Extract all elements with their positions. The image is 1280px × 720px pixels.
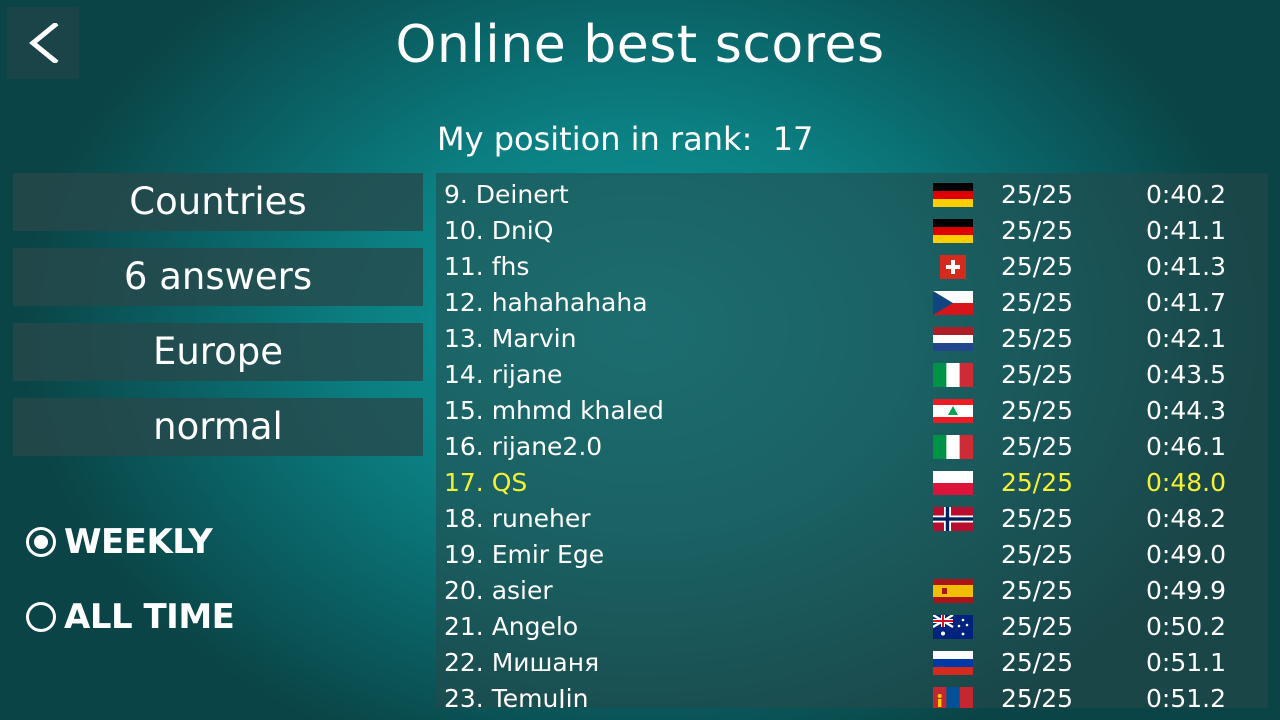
player-time: 0:41.3 [1146,252,1226,281]
player-time: 0:48.0 [1146,468,1226,497]
italy-flag-icon [933,435,973,459]
player-name: 11. fhs [444,252,530,281]
norway-flag-icon [933,507,973,531]
player-name: 23. TemuJin [444,684,589,708]
germany-flag-icon [933,183,973,207]
radio-weekly-label: WEEKLY [64,522,213,562]
leaderboard-row: 20. asier 25/25 0:49.9 [436,573,1268,609]
filter-answers-button[interactable]: 6 answers [13,248,423,306]
player-time: 0:51.2 [1146,684,1226,708]
player-time: 0:43.5 [1146,360,1226,389]
player-name: 17. QS [444,468,528,497]
player-time: 0:41.1 [1146,216,1226,245]
player-time: 0:49.9 [1146,576,1226,605]
player-answers: 25/25 [1001,684,1074,708]
player-answers: 25/25 [1001,504,1074,533]
player-answers: 25/25 [1001,396,1074,425]
leaderboard-row: 11. fhs 25/25 0:41.3 [436,249,1268,285]
player-time: 0:46.1 [1146,432,1226,461]
player-time: 0:44.3 [1146,396,1226,425]
player-time: 0:51.1 [1146,648,1226,677]
leaderboard-row: 23. TemuJin 25/25 0:51.2 [436,681,1268,708]
leaderboard-row: 19. Emir Ege 25/25 0:49.0 [436,537,1268,573]
filter-category-button[interactable]: Countries [13,173,423,231]
player-answers: 25/25 [1001,252,1074,281]
player-answers: 25/25 [1001,612,1074,641]
leaderboard-row: 13. Marvin 25/25 0:42.1 [436,321,1268,357]
player-name: 15. mhmd khaled [444,396,664,425]
leaderboard-row: 21. Angelo 25/25 0:50.2 [436,609,1268,645]
poland-flag-icon [933,471,973,495]
spain-flag-icon [933,579,973,603]
radio-all-time[interactable]: ALL TIME [26,597,235,637]
czechia-flag-icon [933,291,973,315]
player-answers: 25/25 [1001,180,1074,209]
filter-region-button[interactable]: Europe [13,323,423,381]
player-name: 18. runeher [444,504,591,533]
player-time: 0:48.2 [1146,504,1226,533]
leaderboard-row: 14. rijane 25/25 0:43.5 [436,357,1268,393]
russia-flag-icon [933,651,973,675]
player-time: 0:41.7 [1146,288,1226,317]
switzerland-flag-icon [940,255,966,279]
leaderboard-row: 10. DniQ 25/25 0:41.1 [436,213,1268,249]
player-answers: 25/25 [1001,468,1074,497]
player-name: 14. rijane [444,360,563,389]
player-name: 20. asier [444,576,553,605]
player-answers: 25/25 [1001,288,1074,317]
rank-value: 17 [772,120,814,158]
page-title: Online best scores [395,15,885,75]
leaderboard-row: 22. Мишаня 25/25 0:51.1 [436,645,1268,681]
australia-flag-icon [933,615,973,639]
filter-difficulty-button[interactable]: normal [13,398,423,456]
player-answers: 25/25 [1001,576,1074,605]
player-time: 0:42.1 [1146,324,1226,353]
leaderboard-list[interactable]: 9. Deinert 25/25 0:40.2 10. DniQ 25/25 0:41.1… [436,173,1268,708]
player-name: 12. hahahahaha [444,288,648,317]
player-answers: 25/25 [1001,360,1074,389]
leaderboard-row: 12. hahahahaha 25/25 0:41.7 [436,285,1268,321]
leaderboard-row: 9. Deinert 25/25 0:40.2 [436,177,1268,213]
player-name: 9. Deinert [444,180,569,209]
player-name: 22. Мишаня [444,648,600,677]
player-answers: 25/25 [1001,324,1074,353]
player-time: 0:50.2 [1146,612,1226,641]
player-time: 0:40.2 [1146,180,1226,209]
italy-flag-icon [933,363,973,387]
mongolia-flag-icon [933,687,973,708]
germany-flag-icon [933,219,973,243]
leaderboard-row: 15. mhmd khaled 25/25 0:44.3 [436,393,1268,429]
player-name: 21. Angelo [444,612,579,641]
leaderboard-row: 18. runeher 25/25 0:48.2 [436,501,1268,537]
radio-weekly[interactable]: WEEKLY [26,522,213,562]
player-name: 13. Marvin [444,324,577,353]
player-answers: 25/25 [1001,540,1074,569]
player-time: 0:49.0 [1146,540,1226,569]
player-answers: 25/25 [1001,216,1074,245]
player-name: 10. DniQ [444,216,554,245]
rank-label: My position in rank: [437,120,753,158]
radio-all-time-label: ALL TIME [64,597,235,637]
player-answers: 25/25 [1001,432,1074,461]
leaderboard-row: 16. rijane2.0 25/25 0:46.1 [436,429,1268,465]
player-answers: 25/25 [1001,648,1074,677]
netherlands-flag-icon [933,327,973,351]
player-name: 19. Emir Ege [444,540,605,569]
radio-checked-icon [26,527,56,557]
rank-position: My position in rank: 17 [437,116,813,162]
player-name: 16. rijane2.0 [444,432,603,461]
leaderboard-row: 17. QS 25/25 0:48.0 [436,465,1268,501]
radio-unchecked-icon [26,602,56,632]
lebanon-flag-icon [933,399,973,423]
